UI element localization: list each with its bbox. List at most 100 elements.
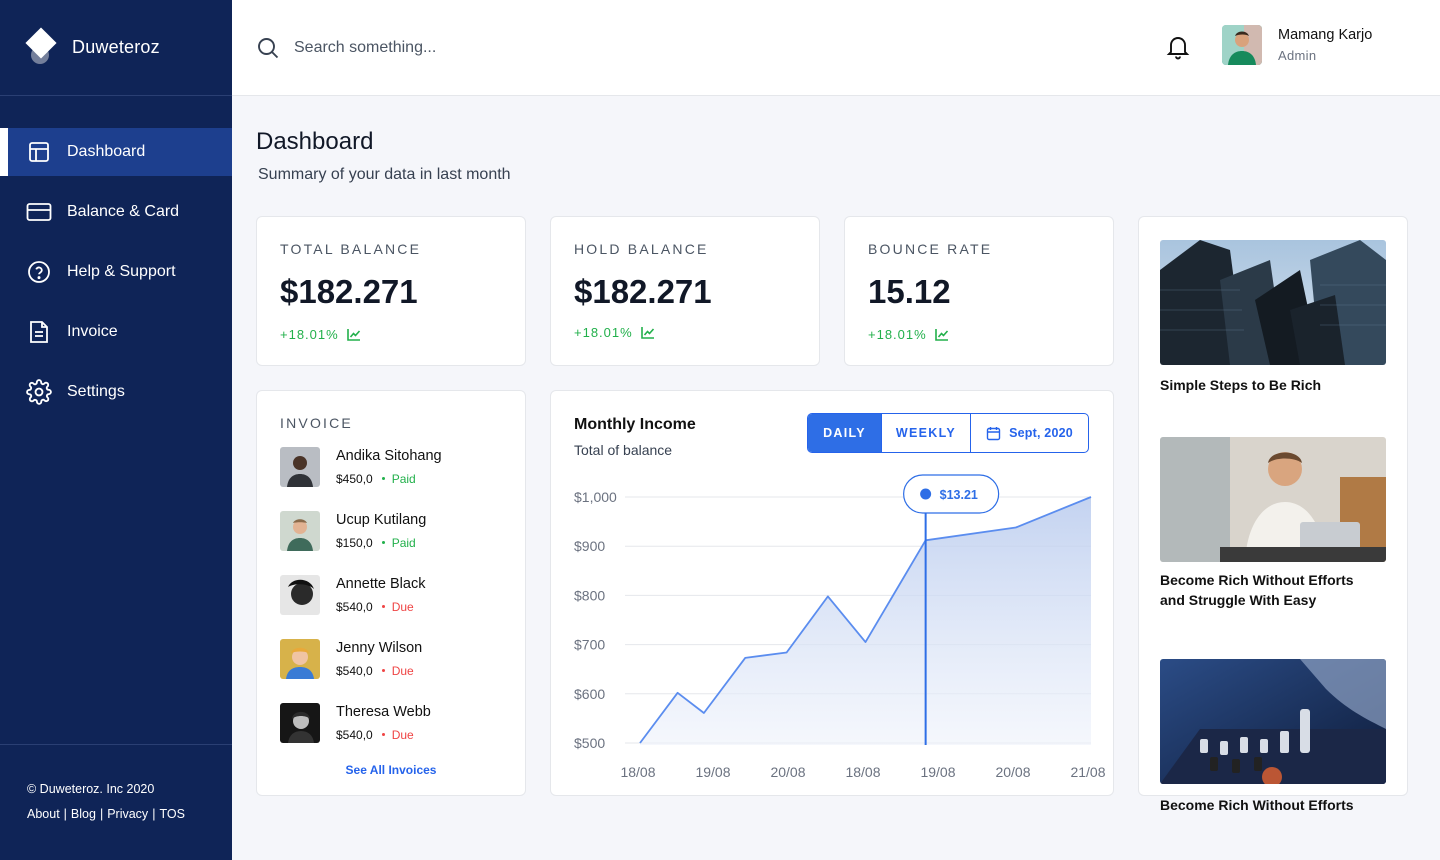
stat-card-total-balance: TOTAL BALANCE $182.271 +18.01% — [256, 216, 526, 366]
invoice-list-item[interactable]: Annette Black $540,0 Due — [280, 575, 500, 619]
gear-icon — [26, 379, 52, 405]
y-tick-label: $800 — [574, 587, 605, 603]
article-title[interactable]: Become Rich Without Efforts and Struggle… — [1160, 570, 1380, 610]
x-tick-label: 18/08 — [620, 764, 655, 780]
bell-icon[interactable] — [1166, 34, 1190, 65]
stat-value: $182.271 — [280, 273, 418, 310]
user-avatar[interactable] — [1222, 25, 1262, 65]
sidebar-item-label: Dashboard — [67, 143, 146, 160]
search-icon[interactable] — [256, 36, 280, 65]
status-badge: Due — [391, 728, 414, 742]
sidebar-item-label: Balance & Card — [67, 203, 180, 220]
sidebar-item-label: Invoice — [67, 323, 118, 340]
stat-label: BOUNCE RATE — [868, 241, 993, 257]
invoice-list-item[interactable]: Ucup Kutilang $150,0 Paid — [280, 511, 500, 555]
y-tick-label: $700 — [574, 637, 605, 653]
footer-links: About | Blog | Privacy | TOS — [27, 807, 185, 821]
status-badge: Paid — [391, 472, 416, 486]
sidebar-item-invoice[interactable]: Invoice — [0, 308, 232, 356]
trend-chart-icon — [346, 329, 360, 341]
invoice-amount-value: $540,0 — [336, 728, 373, 742]
brand-logo-icon — [25, 26, 58, 68]
stat-card-bounce-rate: BOUNCE RATE 15.12 +18.01% — [844, 216, 1114, 366]
invoice-amount-value: $450,0 — [336, 472, 373, 486]
sidebar-item-help-support[interactable]: Help & Support — [0, 248, 232, 296]
invoice-list-item[interactable]: Andika Sitohang $450,0 Paid — [280, 447, 500, 491]
stat-label: TOTAL BALANCE — [280, 241, 422, 257]
stat-value: 15.12 — [868, 273, 951, 310]
invoice-name: Theresa Webb — [336, 704, 431, 720]
stat-card-hold-balance: HOLD BALANCE $182.271 +18.01% — [550, 216, 820, 366]
copyright: © Duweteroz. Inc 2020 — [27, 782, 155, 796]
y-tick-label: $1,000 — [574, 489, 617, 505]
invoice-avatar — [280, 511, 320, 551]
stat-delta: +18.01% — [868, 327, 949, 342]
help-circle-icon — [26, 259, 52, 285]
invoice-name: Jenny Wilson — [336, 640, 423, 656]
article-image-businessman[interactable] — [1160, 437, 1386, 562]
monthly-income-card: Monthly Income Total of balance DAILY WE… — [550, 390, 1114, 796]
brand[interactable]: Duweteroz — [0, 0, 232, 96]
x-tick-label: 20/08 — [770, 764, 805, 780]
tooltip-value: $13.21 — [940, 488, 978, 502]
sidebar-nav: Dashboard Balance & Card Help & Support … — [0, 128, 232, 428]
footer-link-about[interactable]: About — [27, 807, 60, 821]
invoice-amount: $540,0 Due — [336, 600, 414, 614]
status-badge: Paid — [391, 536, 416, 550]
y-tick-label: $900 — [574, 538, 605, 554]
footer-link-blog[interactable]: Blog — [71, 807, 96, 821]
invoice-title: INVOICE — [280, 415, 353, 431]
footer-link-tos[interactable]: TOS — [159, 807, 184, 821]
sidebar: Duweteroz Dashboard Balance & Card Help … — [0, 0, 232, 860]
stat-label: HOLD BALANCE — [574, 241, 709, 257]
footer-link-privacy[interactable]: Privacy — [107, 807, 148, 821]
page-title: Dashboard — [256, 128, 374, 155]
article-image-buildings[interactable] — [1160, 240, 1386, 365]
stat-delta: +18.01% — [574, 325, 655, 340]
trend-chart-icon — [640, 327, 654, 339]
invoice-avatar — [280, 639, 320, 679]
search-input[interactable] — [294, 34, 694, 62]
invoice-amount: $150,0 Paid — [336, 536, 416, 550]
x-tick-label: 19/08 — [920, 764, 955, 780]
layout-icon — [26, 139, 52, 165]
credit-card-icon — [26, 199, 52, 225]
stat-delta-value: +18.01% — [280, 327, 339, 342]
invoice-name: Annette Black — [336, 576, 426, 592]
invoice-avatar — [280, 703, 320, 743]
article-image-chess[interactable] — [1160, 659, 1386, 784]
status-badge: Due — [391, 600, 414, 614]
invoice-amount: $450,0 Paid — [336, 472, 416, 486]
stat-delta-value: +18.01% — [574, 325, 633, 340]
x-tick-label: 20/08 — [995, 764, 1030, 780]
sidebar-item-label: Help & Support — [67, 263, 176, 280]
x-tick-label: 19/08 — [695, 764, 730, 780]
article-title[interactable]: Become Rich Without Efforts — [1160, 795, 1380, 815]
sidebar-item-dashboard[interactable]: Dashboard — [0, 128, 232, 176]
invoice-list-item[interactable]: Theresa Webb $540,0 Due — [280, 703, 500, 747]
document-icon — [26, 319, 52, 345]
sidebar-item-settings[interactable]: Settings — [0, 368, 232, 416]
x-tick-label: 18/08 — [845, 764, 880, 780]
y-tick-label: $500 — [574, 735, 605, 751]
sidebar-item-balance-card[interactable]: Balance & Card — [0, 188, 232, 236]
user-name: Mamang Karjo — [1278, 27, 1373, 43]
sidebar-item-label: Settings — [67, 383, 125, 400]
top-header: Mamang Karjo Admin — [232, 0, 1440, 96]
brand-name: Duweteroz — [72, 37, 160, 57]
sidebar-footer: © Duweteroz. Inc 2020 About | Blog | Privacy… — [0, 744, 232, 860]
invoice-amount-value: $540,0 — [336, 600, 373, 614]
page-subtitle: Summary of your data in last month — [258, 166, 511, 183]
see-all-invoices-link[interactable]: See All Invoices — [257, 763, 525, 777]
invoice-name: Andika Sitohang — [336, 448, 442, 464]
stat-value: $182.271 — [574, 273, 712, 310]
status-badge: Due — [391, 664, 414, 678]
article-title[interactable]: Simple Steps to Be Rich — [1160, 375, 1380, 395]
monthly-income-chart: $1,000 $900 $800 $700 $600 $500 $13.21 18/08 19/… — [574, 474, 1106, 780]
invoice-list-item[interactable]: Jenny Wilson $540,0 Due — [280, 639, 500, 683]
invoice-amount: $540,0 Due — [336, 728, 414, 742]
trend-chart-icon — [934, 329, 948, 341]
x-tick-label: 21/08 — [1070, 764, 1105, 780]
invoice-card: INVOICE Andika Sitohang $450,0 Paid Ucup … — [256, 390, 526, 796]
invoice-avatar — [280, 447, 320, 487]
